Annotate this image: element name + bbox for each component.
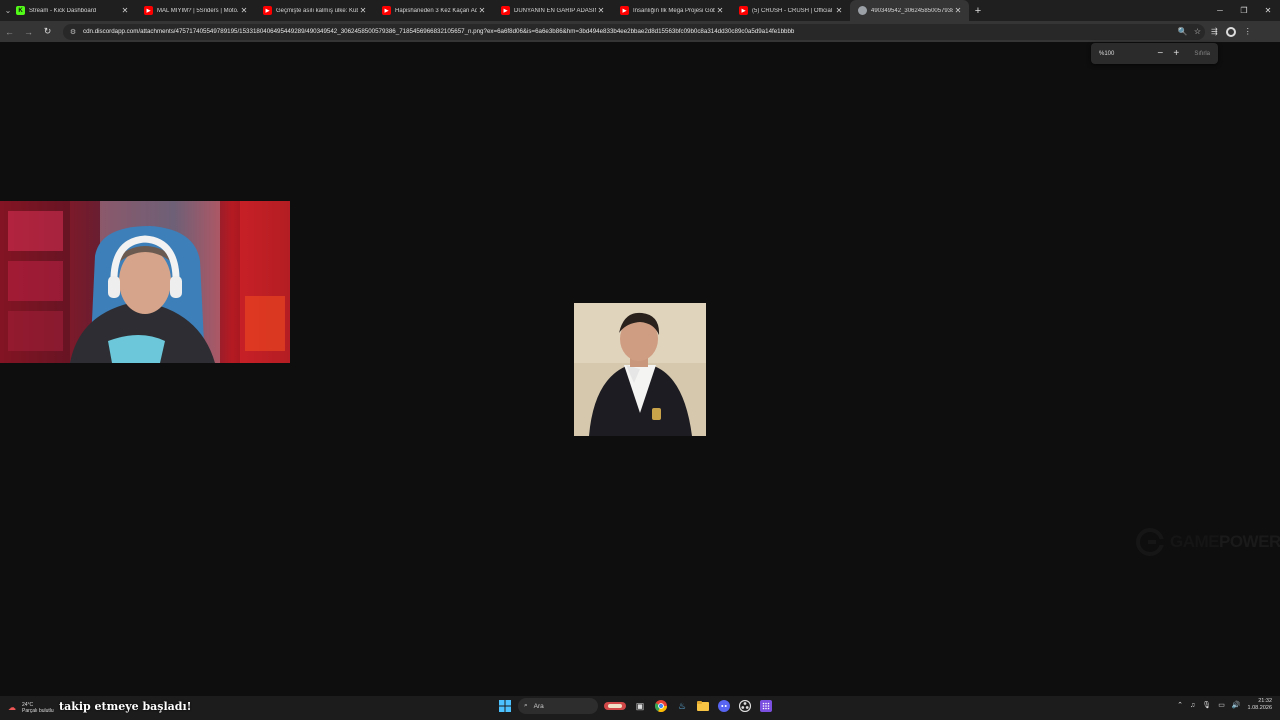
clock-time: 21:32	[1258, 698, 1272, 704]
watermark-text-game: GAME	[1170, 532, 1220, 551]
gamepower-watermark: GAMEPOWER	[1136, 528, 1280, 556]
browser-tab[interactable]: ▶ Hapishaneden 3 Kez Kaçan Adam✕	[374, 0, 493, 21]
restore-button[interactable]: ❐	[1232, 6, 1256, 15]
browser-tab[interactable]: ▶ DÜNYANIN EN GARİP ADASINI ✕	[493, 0, 612, 21]
browser-tab[interactable]: ▶ (5) CRUSH - CRUSH | Official M ✕	[731, 0, 850, 21]
youtube-icon: ▶	[382, 6, 391, 15]
zoom-icon[interactable]: 🔍	[1178, 27, 1188, 36]
tab-title: DÜNYANIN EN GARİP ADASINI	[514, 7, 596, 14]
reload-button[interactable]: ↻	[38, 26, 57, 37]
youtube-icon: ▶	[263, 6, 272, 15]
tab-title: İnsanlığın İlk Mega Projesi Göb	[633, 7, 715, 14]
youtube-icon: ▶	[620, 6, 629, 15]
more-menu-icon[interactable]: ⋮	[1244, 27, 1252, 37]
follow-notification-text: takip etmeye başladı!	[59, 700, 192, 713]
bookmark-star-icon[interactable]: ☆	[1194, 27, 1201, 36]
headset-icon[interactable]: ♫	[1190, 702, 1195, 709]
tab-title: (5) CRUSH - CRUSH | Official M	[752, 7, 834, 14]
tab-strip: ⌄ K Stream - Kick Dashboard ✕ ▶ MAL MIYIM? | …	[0, 0, 1280, 21]
youtube-icon: ▶	[144, 6, 153, 15]
profile-avatar-icon[interactable]	[1225, 26, 1236, 37]
globe-icon	[858, 6, 867, 15]
browser-tab[interactable]: 490349542_30624585005793861 ✕	[850, 0, 969, 21]
clock[interactable]: 21:32 1.08.2026	[1248, 698, 1272, 712]
taskbar-search-label: Ara	[533, 702, 544, 710]
window-controls: ─ ❐ ✕	[1208, 6, 1280, 15]
tab-close-icon[interactable]: ✕	[953, 6, 963, 15]
tab-title: Stream - Kick Dashboard	[29, 7, 97, 14]
kick-icon: K	[16, 6, 25, 15]
volume-icon[interactable]: 🔊	[1232, 701, 1241, 709]
tab-close-icon[interactable]: ✕	[239, 6, 249, 15]
app-grid-icon[interactable]	[758, 698, 774, 714]
task-view-icon[interactable]: ▣	[632, 698, 648, 714]
chrome-icon[interactable]	[653, 698, 669, 714]
tab-close-icon[interactable]: ✕	[477, 6, 487, 15]
tab-title: MAL MIYIM? | 5Sriders | Moto...	[157, 7, 239, 14]
browser-tab[interactable]: ▶ MAL MIYIM? | 5Sriders | Moto... ✕	[136, 0, 255, 21]
address-bar[interactable]: ⚙ cdn.discordapp.com/attachments/4757174…	[63, 23, 1205, 40]
viewed-image[interactable]	[574, 303, 706, 436]
microphone-icon[interactable]: 🎙	[1202, 701, 1211, 709]
browser-tab[interactable]: ⌄ K Stream - Kick Dashboard ✕	[0, 0, 136, 21]
tab-search-icon[interactable]: ⌄	[0, 6, 16, 15]
tab-close-icon[interactable]: ✕	[834, 6, 844, 15]
discord-icon[interactable]	[716, 698, 732, 714]
tab-close-icon[interactable]: ✕	[358, 6, 368, 15]
forward-button[interactable]: →	[19, 27, 38, 37]
tab-close-icon[interactable]: ✕	[120, 6, 130, 15]
clock-date: 1.08.2026	[1247, 705, 1272, 711]
tab-title: Hapishaneden 3 Kez Kaçan Adam	[395, 7, 477, 14]
back-button[interactable]: ←	[0, 27, 19, 37]
youtube-icon: ▶	[501, 6, 510, 15]
taskbar-search-box[interactable]: ⌕ Ara	[518, 698, 598, 714]
tab-title: Geçmişte asılı kalmış ülke: Küba	[276, 7, 358, 14]
gamepower-logo-icon	[1136, 528, 1164, 556]
webcam-overlay	[0, 201, 290, 363]
file-explorer-icon[interactable]	[695, 698, 711, 714]
zoom-out-button[interactable]: −	[1152, 48, 1168, 59]
url-text[interactable]: cdn.discordapp.com/attachments/475717405…	[83, 28, 1178, 35]
portrait-photo	[574, 303, 706, 436]
search-highlight-icon[interactable]	[603, 698, 627, 714]
tab-close-icon[interactable]: ✕	[596, 6, 606, 15]
obs-icon[interactable]	[737, 698, 753, 714]
zoom-reset-button[interactable]: Sıfırla	[1194, 51, 1210, 57]
tray-overflow-chevron-icon[interactable]: ⌃	[1177, 701, 1183, 709]
steam-icon[interactable]: ♨	[674, 698, 690, 714]
network-icon[interactable]: ▭	[1218, 701, 1225, 709]
browser-tab[interactable]: ▶ Geçmişte asılı kalmış ülke: Küba ✕	[255, 0, 374, 21]
site-info-icon[interactable]: ⚙	[67, 28, 79, 36]
tab-close-icon[interactable]: ✕	[715, 6, 725, 15]
zoom-in-button[interactable]: +	[1168, 48, 1184, 59]
close-window-button[interactable]: ✕	[1256, 6, 1280, 15]
zoom-level: %100	[1099, 50, 1115, 57]
watermark-text-power: POWER	[1219, 532, 1280, 551]
taskbar-apps: ⌕ Ara ▣ ♨	[497, 698, 774, 714]
browser-tab[interactable]: ▶ İnsanlığın İlk Mega Projesi Göb ✕	[612, 0, 731, 21]
webcam-feed-image	[0, 201, 290, 363]
search-icon: ⌕	[524, 702, 528, 709]
weather-widget[interactable]: ☁ 24°C Parçalı bulutlu	[8, 702, 54, 714]
minimize-button[interactable]: ─	[1208, 6, 1232, 15]
weather-desc: Parçalı bulutlu	[22, 708, 54, 714]
new-tab-button[interactable]: +	[969, 5, 987, 17]
system-tray: ⌃ ♫ 🎙 ▭ 🔊 21:32 1.08.2026	[1177, 698, 1272, 712]
browser-toolbar: ← → ↻ ⚙ cdn.discordapp.com/attachments/4…	[0, 21, 1280, 42]
extensions-icon[interactable]: ⇶	[1211, 27, 1218, 37]
windows-start-icon[interactable]	[497, 698, 513, 714]
browser-window: ⌄ K Stream - Kick Dashboard ✕ ▶ MAL MIYIM? | …	[0, 0, 1280, 720]
zoom-popup: %100 − + Sıfırla	[1091, 43, 1218, 64]
tab-title: 490349542_30624585005793861	[871, 7, 953, 14]
weather-icon: ☁	[8, 703, 16, 712]
youtube-icon: ▶	[739, 6, 748, 15]
